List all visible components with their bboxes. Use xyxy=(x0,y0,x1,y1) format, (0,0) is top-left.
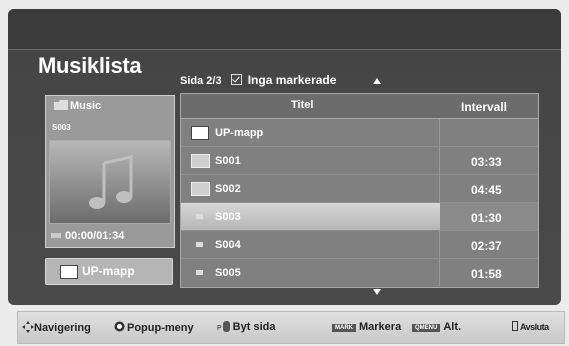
music-note-icon xyxy=(89,155,133,209)
album-art xyxy=(49,140,171,224)
help-mark: MARK Markera xyxy=(332,321,401,333)
column-separator xyxy=(439,119,440,146)
page-switch-icon xyxy=(222,321,230,332)
up-folder-icon xyxy=(60,265,78,279)
page-number: Sida 2/3 xyxy=(180,75,222,87)
folder-icon xyxy=(191,182,210,196)
list-item-up-folder[interactable]: UP-mapp xyxy=(181,119,538,147)
folder-icon xyxy=(54,100,68,110)
column-separator xyxy=(439,231,440,258)
help-page: P Byt sida xyxy=(217,321,276,333)
help-navigation: Navigering xyxy=(22,321,91,334)
now-playing-panel: Music S003 00:00/01:34 xyxy=(45,95,175,248)
music-list: Titel Intervall UP-mapp S001 03:33 S002 … xyxy=(180,93,539,288)
checkbox-icon xyxy=(230,74,242,85)
up-folder-icon xyxy=(191,126,209,140)
progress-icon xyxy=(51,233,61,238)
exit-icon xyxy=(512,321,518,331)
ok-icon xyxy=(114,321,125,332)
page-title: Musiklista xyxy=(38,53,142,78)
help-popup: Popup-meny xyxy=(114,321,194,334)
current-track: S003 xyxy=(52,123,71,132)
column-separator xyxy=(439,147,440,174)
mark-info: Inga markerade xyxy=(247,73,337,87)
music-file-icon xyxy=(196,242,203,247)
arrow-up-icon[interactable] xyxy=(373,78,381,84)
column-duration: Intervall xyxy=(461,100,508,114)
up-folder-button[interactable]: UP-mapp xyxy=(45,258,173,285)
list-item[interactable]: S004 02:37 xyxy=(181,231,538,259)
playback-time: 00:00/01:34 xyxy=(51,230,124,242)
navigation-icon xyxy=(22,321,34,333)
page-info: Sida 2/3 Inga markerade xyxy=(180,73,336,87)
list-header: Titel Intervall xyxy=(181,94,538,119)
top-strip xyxy=(8,9,561,50)
arrow-down-icon[interactable] xyxy=(373,289,381,295)
screen: Musiklista Sida 2/3 Inga markerade Music… xyxy=(0,0,569,346)
list-item[interactable]: S001 03:33 xyxy=(181,147,538,175)
folder-label: Music xyxy=(54,100,101,112)
music-file-icon xyxy=(196,214,203,219)
list-item-selected[interactable]: S003 01:30 xyxy=(181,203,538,231)
help-exit: Avsluta xyxy=(512,321,549,332)
help-alt: QMENU Alt. xyxy=(412,321,461,333)
bottom-help-bar: Navigering Popup-meny P Byt sida MARK Mark… xyxy=(17,311,565,344)
column-separator xyxy=(439,175,440,202)
column-separator xyxy=(439,259,440,286)
column-title: Titel xyxy=(291,99,314,111)
list-item[interactable]: S005 01:58 xyxy=(181,259,538,286)
music-file-icon xyxy=(196,270,203,275)
folder-icon xyxy=(191,154,210,168)
list-item[interactable]: S002 04:45 xyxy=(181,175,538,203)
